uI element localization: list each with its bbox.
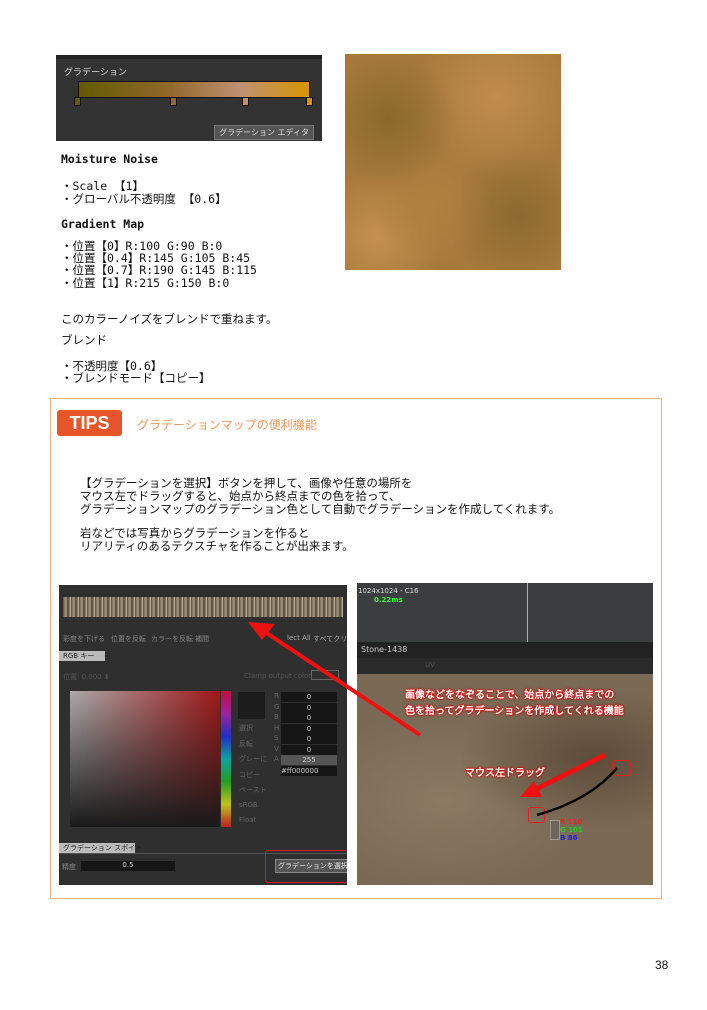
arrow-to-gradient-bar — [260, 628, 422, 737]
drag-path — [536, 767, 618, 817]
page-number: 38 — [655, 958, 669, 972]
annotation-arrows — [248, 622, 618, 817]
arrow-drag — [528, 752, 607, 795]
